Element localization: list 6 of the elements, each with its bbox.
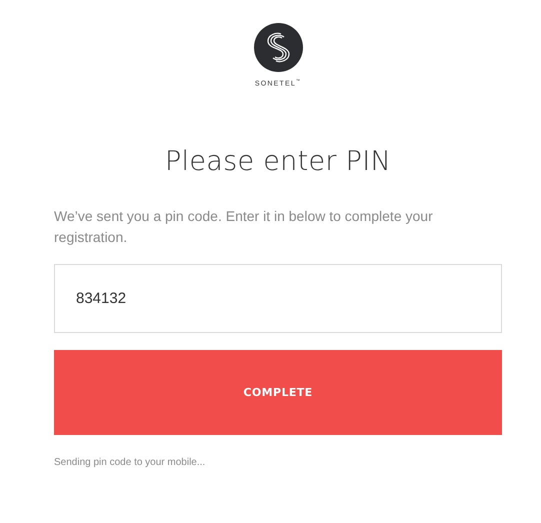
status-text: Sending pin code to your mobile...	[54, 457, 206, 468]
instruction-text: We’ve sent you a pin code. Enter it in below to complete your registration.	[54, 207, 434, 248]
page-title: Please enter PIN	[164, 146, 392, 178]
pin-input-field[interactable]: 834132	[54, 264, 502, 334]
logo-icon	[254, 23, 302, 72]
complete-button[interactable]: COMPLETE	[54, 350, 502, 436]
